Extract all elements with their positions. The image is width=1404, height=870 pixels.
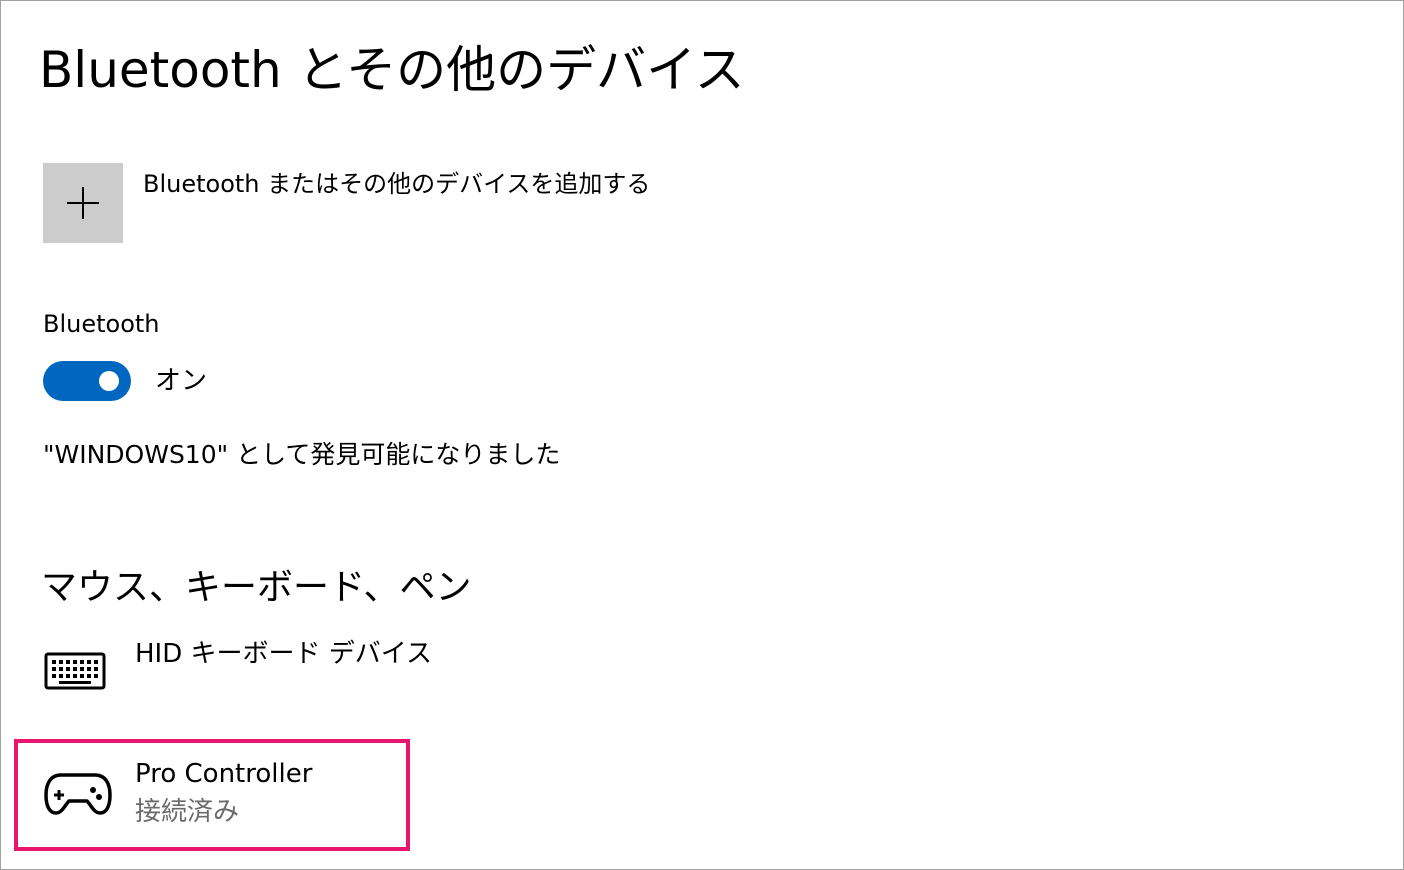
device-name: HID キーボード デバイス — [135, 639, 432, 669]
add-device-button[interactable]: Bluetooth またはその他のデバイスを追加する — [43, 163, 743, 243]
device-item-hid-keyboard[interactable]: HID キーボード デバイス — [43, 637, 443, 699]
keyboard-icon — [44, 652, 106, 690]
page-title: Bluetooth とその他のデバイス — [39, 41, 745, 99]
toggle-knob — [99, 371, 119, 391]
bluetooth-label: Bluetooth — [43, 310, 160, 338]
add-device-label: Bluetooth またはその他のデバイスを追加する — [143, 170, 651, 198]
bluetooth-toggle-state: オン — [155, 366, 208, 396]
bluetooth-toggle[interactable] — [43, 361, 131, 401]
add-device-tile[interactable] — [43, 163, 123, 243]
device-status: 接続済み — [135, 797, 240, 827]
section-heading-input-devices: マウス、キーボード、ペン — [41, 567, 472, 608]
settings-window: Bluetooth とその他のデバイス Bluetooth またはその他のデバイ… — [0, 0, 1404, 870]
plus-icon — [67, 187, 99, 219]
device-item-pro-controller[interactable]: Pro Controller 接続済み — [43, 753, 403, 833]
device-name: Pro Controller — [135, 759, 313, 789]
gamepad-icon — [44, 773, 112, 815]
discoverable-status: "WINDOWS10" として発見可能になりました — [43, 440, 561, 469]
